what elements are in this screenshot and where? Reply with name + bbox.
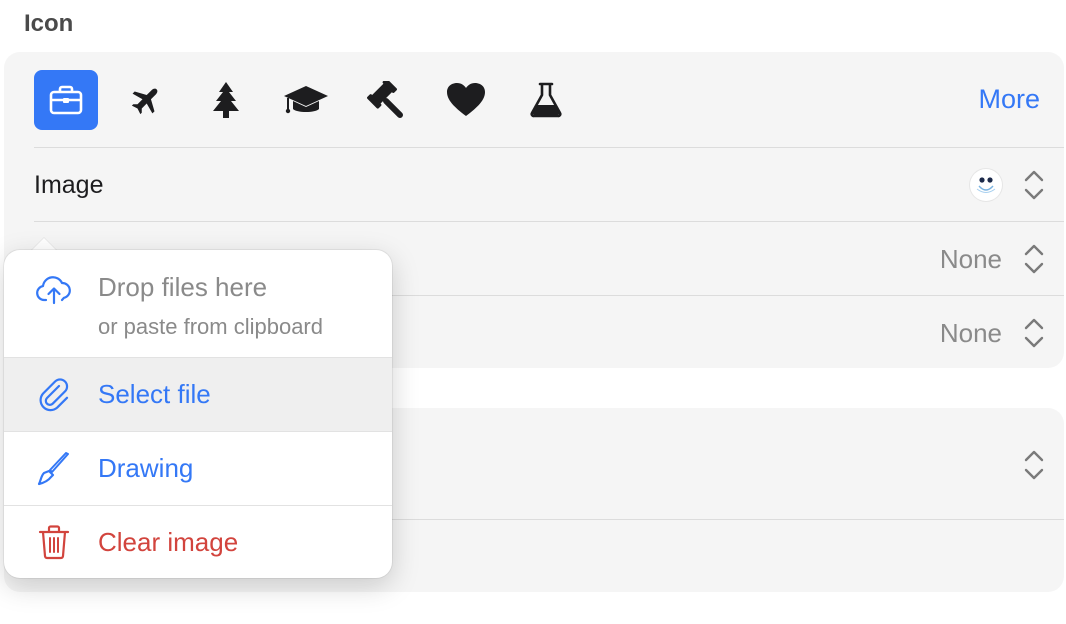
briefcase-icon-button[interactable] [34, 70, 98, 130]
paintbrush-icon [34, 449, 74, 489]
graduation-cap-icon [284, 86, 328, 114]
select-file-item[interactable]: Select file [4, 358, 392, 431]
row-2-value: None [939, 243, 1002, 274]
airplane-icon-button[interactable] [114, 70, 178, 130]
tree-icon-button[interactable] [194, 70, 258, 130]
drop-zone[interactable]: Drop files here or paste from clipboard [4, 250, 392, 357]
drawing-item[interactable]: Drawing [4, 432, 392, 505]
tree-icon [213, 82, 239, 118]
image-preview-avatar [970, 169, 1002, 201]
cloud-upload-icon [34, 270, 74, 310]
heart-icon-button[interactable] [434, 70, 498, 130]
row-4-stepper-icon[interactable] [1022, 448, 1046, 482]
row-3-stepper-icon[interactable] [1022, 316, 1046, 350]
briefcase-icon [49, 85, 83, 115]
image-row-label: Image [34, 170, 104, 199]
image-stepper-icon[interactable] [1022, 168, 1046, 202]
image-row[interactable]: Image [34, 148, 1064, 222]
drawing-label: Drawing [98, 453, 194, 483]
paperclip-icon [34, 375, 74, 415]
flask-icon [530, 82, 562, 118]
clear-image-item[interactable]: Clear image [4, 506, 392, 578]
clear-image-label: Clear image [98, 526, 239, 557]
row-2-stepper-icon[interactable] [1022, 242, 1046, 276]
section-title: Icon [24, 10, 74, 37]
drop-files-subtitle: or paste from clipboard [98, 314, 323, 339]
flask-icon-button[interactable] [514, 70, 578, 130]
select-file-label: Select file [98, 379, 211, 409]
graduation-cap-icon-button[interactable] [274, 70, 338, 130]
gavel-icon [367, 81, 403, 118]
airplane-icon [131, 88, 158, 115]
drop-files-title: Drop files here [98, 272, 268, 302]
heart-icon [447, 83, 485, 116]
icon-picker-row: More [34, 70, 1064, 130]
gavel-icon-button[interactable] [354, 70, 418, 130]
image-options-popover: Drop files here or paste from clipboard … [4, 250, 392, 578]
row-3-value: None [939, 317, 1002, 348]
trash-icon [34, 522, 74, 562]
more-icons-link[interactable]: More [978, 84, 1040, 115]
